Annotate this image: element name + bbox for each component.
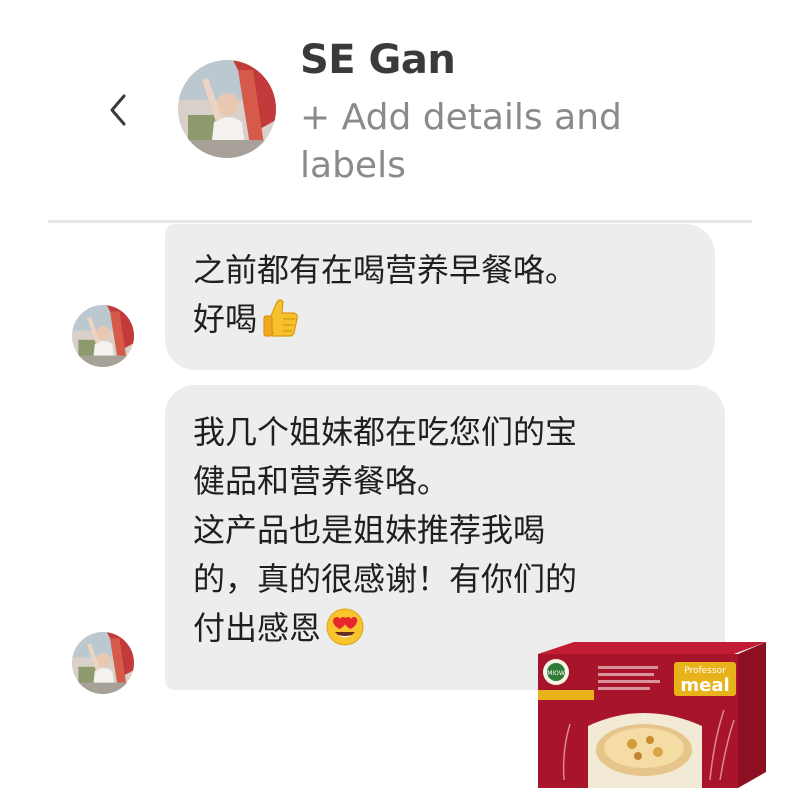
message-avatar[interactable] <box>72 632 134 694</box>
thumbs-up-icon <box>261 298 299 352</box>
message-text: 付出感恩 <box>193 609 322 647</box>
message-line: 的，真的很感谢！有你们的 <box>193 560 578 598</box>
message-line: 这产品也是姐妹推荐我喝 <box>193 511 546 549</box>
avatar-photo <box>72 632 134 694</box>
message-bubble[interactable]: 之前都有在喝营养早餐咯。 好喝 <box>165 224 715 370</box>
heart-eyes-face-icon <box>325 607 365 661</box>
avatar-photo <box>72 305 134 367</box>
message-line: 之前都有在喝营养早餐咯。 <box>193 251 578 289</box>
message-avatar[interactable] <box>72 305 134 367</box>
message-line: 健品和营养餐咯。 <box>193 462 450 500</box>
add-details-link[interactable]: + Add details and labels <box>300 94 660 190</box>
message-line-with-emoji: 好喝 <box>193 295 695 352</box>
message-text: 好喝 <box>193 300 258 338</box>
chat-screen: SE Gan + Add details and labels 之前都有在喝营养… <box>0 0 800 800</box>
contact-avatar[interactable] <box>178 60 276 158</box>
product-logo-text: MIOW <box>547 670 565 677</box>
contact-name[interactable]: SE Gan <box>300 34 456 86</box>
chevron-left-icon <box>110 94 126 126</box>
product-box-image: MIOW Professor meal <box>534 640 770 792</box>
header-divider <box>48 220 752 223</box>
product-brand-main: meal <box>680 675 729 696</box>
avatar-photo <box>178 60 276 158</box>
message-line: 我几个姐妹都在吃您们的宝 <box>193 413 578 451</box>
back-button[interactable] <box>98 88 138 132</box>
